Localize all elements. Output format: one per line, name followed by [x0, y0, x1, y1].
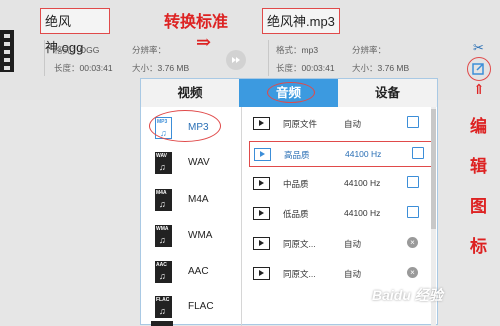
edit-icon[interactable] — [407, 116, 419, 128]
divider — [44, 40, 45, 76]
format-item-m4a[interactable]: M4A ♫ M4A — [155, 189, 235, 217]
quality-name: 同原文... — [283, 269, 316, 279]
wav-file-icon: WAV ♫ — [155, 152, 172, 174]
target-filename: 绝风神.mp3 — [262, 8, 340, 34]
quality-value: 自动 — [344, 269, 362, 279]
annotation-char-2: 辑 — [470, 157, 487, 177]
audio-film-icon — [254, 148, 271, 161]
source-filename: 绝风神.ogg — [40, 8, 110, 55]
quality-name: 同原文件 — [283, 119, 318, 129]
annotation-arrow-up: ⇑ — [473, 82, 485, 98]
edit-icon[interactable] — [472, 62, 485, 75]
quality-row-selected[interactable]: 高品质 44100 Hz — [249, 141, 434, 167]
quality-row[interactable]: 同原文... 自动 × — [249, 261, 434, 287]
quality-row[interactable]: 低品质 44100 Hz — [249, 201, 434, 227]
format-label: M4A — [188, 194, 209, 205]
watermark: Baidu 经验 — [372, 287, 443, 303]
scrollbar-thumb[interactable] — [431, 109, 436, 229]
quality-value: 44100 Hz — [345, 149, 382, 159]
delete-icon[interactable]: × — [407, 237, 418, 248]
annotation-arrow-right: ⇒ — [196, 32, 212, 53]
target-resolution: 分辨率： — [352, 45, 387, 55]
quality-name: 中品质 — [283, 179, 309, 189]
annotation-char-3: 图 — [470, 197, 487, 217]
target-size: 大小：3.76 MB — [352, 63, 410, 73]
format-item-wma[interactable]: WMA ♫ WMA — [155, 225, 235, 253]
quality-value: 44100 Hz — [344, 178, 381, 188]
format-label: AAC — [188, 266, 209, 277]
edit-icon[interactable] — [412, 147, 424, 159]
source-duration: 长度：00:03:41 — [54, 63, 113, 73]
quality-name: 低品质 — [283, 209, 309, 219]
quality-name: 高品质 — [284, 150, 310, 160]
mp3-highlight — [149, 110, 221, 142]
quality-value: 44100 Hz — [344, 208, 381, 218]
audio-film-icon — [253, 237, 270, 250]
edit-icon[interactable] — [407, 206, 419, 218]
video-thumbnail — [0, 30, 14, 72]
audio-tab-highlight — [267, 82, 315, 103]
target-format: 格式：mp3 — [276, 45, 319, 55]
quality-row[interactable]: 中品质 44100 Hz — [249, 171, 434, 197]
convert-arrow-icon — [226, 50, 246, 70]
format-item-aac[interactable]: AAC ♫ AAC — [155, 261, 235, 289]
flac-file-icon: FLAC ♫ — [155, 296, 172, 318]
format-label: WAV — [188, 157, 210, 168]
audio-film-icon — [253, 207, 270, 220]
delete-icon[interactable]: × — [407, 267, 418, 278]
format-item-flac[interactable]: FLAC ♫ FLAC — [155, 296, 235, 324]
aac-file-icon: AAC ♫ — [155, 261, 172, 283]
scissors-icon[interactable]: ✂ — [473, 40, 484, 56]
category-tabs: 视频 音频 设备 — [141, 79, 437, 107]
quality-row[interactable]: 同原文... 自动 × — [249, 231, 434, 257]
target-duration: 长度：00:03:41 — [276, 63, 335, 73]
audio-film-icon — [253, 117, 270, 130]
format-label: FLAC — [188, 301, 214, 312]
format-item-wav[interactable]: WAV ♫ WAV — [155, 152, 235, 180]
edit-icon[interactable] — [407, 176, 419, 188]
annotation-convert-standard: 转换标准 — [164, 12, 229, 31]
tab-video[interactable]: 视频 — [141, 79, 239, 107]
format-list: MP3 ♫ MP3 WAV ♫ WAV M4A ♫ M4A WMA ♫ WMA AAC ♫… — [141, 107, 242, 326]
source-resolution: 分辨率： — [132, 45, 167, 55]
audio-film-icon — [253, 177, 270, 190]
wma-file-icon: WMA ♫ — [155, 225, 172, 247]
tab-device[interactable]: 设备 — [338, 79, 437, 107]
source-size: 大小：3.76 MB — [132, 63, 190, 73]
quality-name: 同原文... — [283, 239, 316, 249]
source-format: 格式：OGG — [54, 45, 100, 55]
annotation-char-4: 标 — [470, 237, 487, 257]
annotation-char-1: 编 — [470, 117, 487, 137]
next-format-icon-partial — [151, 321, 173, 326]
divider — [268, 40, 269, 76]
audio-film-icon — [253, 267, 270, 280]
quality-value: 自动 — [344, 239, 362, 249]
format-item-mp3[interactable]: MP3 ♫ MP3 — [149, 110, 235, 145]
quality-row[interactable]: 同原文件 自动 — [249, 111, 434, 137]
format-label: WMA — [188, 230, 213, 241]
m4a-file-icon: M4A ♫ — [155, 189, 172, 211]
quality-value: 自动 — [344, 119, 362, 129]
